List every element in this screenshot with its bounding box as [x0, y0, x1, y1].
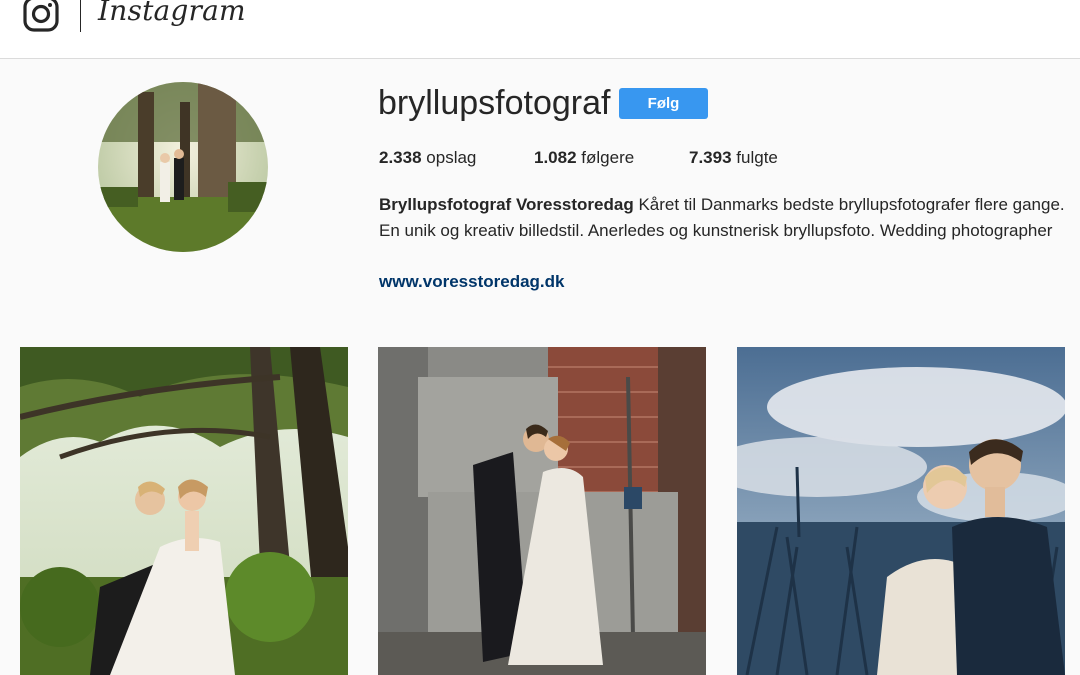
profile-website-link[interactable]: www.voresstoredag.dk	[379, 272, 564, 292]
profile-avatar[interactable]	[98, 82, 268, 252]
bio-full-name: Bryllupsfotograf Voresstoredag	[379, 195, 634, 214]
profile-username: bryllupsfotograf	[378, 84, 611, 122]
post-thumbnail-2[interactable]	[378, 347, 706, 675]
top-navigation-bar: Instagram	[0, 0, 1080, 59]
post-image-couple-under-tree	[20, 347, 348, 675]
stat-followers[interactable]: 1.082 følgere	[534, 148, 634, 168]
post-thumbnail-1[interactable]	[20, 347, 348, 675]
post-image-couple-in-grass	[737, 347, 1065, 675]
stat-posts-label: opslag	[426, 148, 477, 167]
stat-following-count: 7.393	[689, 148, 732, 167]
follow-button[interactable]: Følg	[619, 88, 708, 119]
post-thumbnail-3[interactable]	[737, 347, 1065, 675]
stat-posts[interactable]: 2.338 opslag	[379, 148, 476, 168]
stat-following[interactable]: 7.393 fulgte	[689, 148, 778, 168]
header-divider	[80, 0, 81, 32]
stat-posts-count: 2.338	[379, 148, 422, 167]
stat-followers-count: 1.082	[534, 148, 577, 167]
stat-followers-label: følgere	[581, 148, 635, 167]
post-image-couple-by-wall	[378, 347, 706, 675]
instagram-wordmark-logo[interactable]: Instagram	[98, 0, 246, 27]
stat-following-label: fulgte	[736, 148, 778, 167]
profile-bio: Bryllupsfotograf Voresstoredag Kåret til…	[379, 192, 1069, 244]
instagram-camera-icon[interactable]	[22, 0, 60, 34]
